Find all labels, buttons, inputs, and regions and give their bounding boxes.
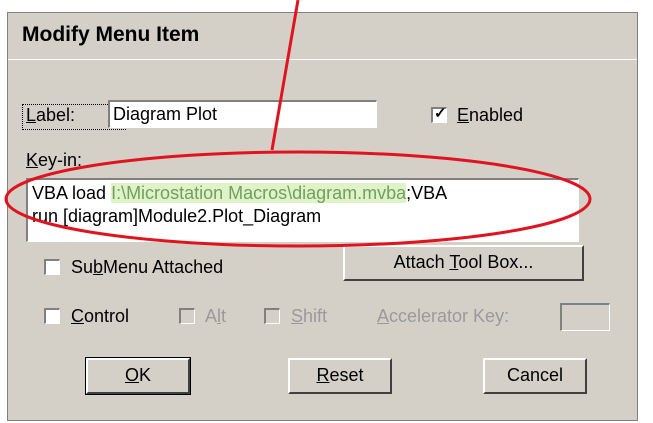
keyin-line-1: VBA load I:\Microstation Macros\diagram.… <box>32 182 574 205</box>
reset-label: Reset <box>316 360 363 391</box>
label-caption-mnemonic: L <box>26 105 37 125</box>
alt-label: Alt <box>205 306 226 327</box>
control-label[interactable]: Control <box>71 306 129 327</box>
label-caption: Label: <box>26 105 75 126</box>
enabled-label-rest: nabled <box>469 105 524 125</box>
accelerator-label: Accelerator Key: <box>377 306 509 327</box>
attach-toolbox-part2: ool Box... <box>458 252 534 272</box>
control-label-rest: ontrol <box>84 306 130 326</box>
label-caption-rest: abel: <box>36 105 76 125</box>
title-bar[interactable]: Modify Menu Item <box>8 13 637 60</box>
keyin-caption: Key-in: <box>26 150 82 171</box>
reset-label-rest: eset <box>329 365 364 385</box>
keyin-path: I:\Microstation Macros\diagram.mvba <box>111 183 407 203</box>
accelerator-mnemonic: A <box>377 306 390 326</box>
keyin-suffix: ;VBA <box>406 183 448 203</box>
reset-button[interactable]: Reset <box>288 358 392 394</box>
attach-toolbox-label: Attach Tool Box... <box>394 247 534 278</box>
keyin-caption-rest: ey-in: <box>38 150 83 170</box>
dialog-title: Modify Menu Item <box>22 23 200 46</box>
reset-mnemonic: R <box>316 365 330 385</box>
accelerator-key-input <box>560 303 610 331</box>
modify-menu-item-dialog: Modify Menu Item Label: Diagram Plot ✓ E… <box>7 12 638 421</box>
submenu-mnemonic: b <box>93 257 104 277</box>
ok-mnemonic: O <box>124 365 139 385</box>
cancel-button[interactable]: Cancel <box>483 358 587 394</box>
control-checkbox[interactable] <box>44 308 60 324</box>
submenu-label-part2: Menu Attached <box>103 257 224 277</box>
shift-label-rest: hift <box>303 306 328 326</box>
alt-label-start: A <box>205 306 218 326</box>
ok-label-rest: K <box>139 365 152 385</box>
attach-toolbox-part1: Attach <box>393 252 450 272</box>
cancel-label: Cancel <box>506 365 564 385</box>
alt-checkbox <box>179 308 195 324</box>
shift-checkbox <box>264 308 280 324</box>
attach-toolbox-mnemonic: T <box>449 252 459 272</box>
keyin-caption-mnemonic: K <box>26 150 39 170</box>
keyin-prefix: VBA load <box>32 183 112 203</box>
submenu-label-part1: Su <box>71 257 94 277</box>
enabled-label[interactable]: Enabled <box>457 105 523 126</box>
control-mnemonic: C <box>71 306 84 326</box>
shift-label: Shift <box>291 306 327 327</box>
ok-button[interactable]: OK <box>85 357 191 395</box>
check-mark-icon: ✓ <box>434 105 447 122</box>
dialog-content: Label: Diagram Plot ✓ Enabled Key-in: VB… <box>8 59 637 423</box>
submenu-checkbox[interactable] <box>44 259 60 275</box>
keyin-textarea[interactable]: VBA load I:\Microstation Macros\diagram.… <box>26 178 579 242</box>
enabled-mnemonic: E <box>457 105 470 125</box>
accelerator-label-rest: ccelerator Key: <box>389 306 510 326</box>
keyin-line-2: run [diagram]Module2.Plot_Diagram <box>32 206 322 226</box>
alt-label-rest: t <box>221 306 227 326</box>
label-input[interactable]: Diagram Plot <box>108 100 377 128</box>
enabled-checkbox[interactable]: ✓ <box>431 105 447 123</box>
shift-mnemonic: S <box>291 306 304 326</box>
ok-label: OK <box>125 360 151 391</box>
attach-toolbox-button[interactable]: Attach Tool Box... <box>343 245 584 281</box>
submenu-label[interactable]: SubMenu Attached <box>71 257 223 278</box>
